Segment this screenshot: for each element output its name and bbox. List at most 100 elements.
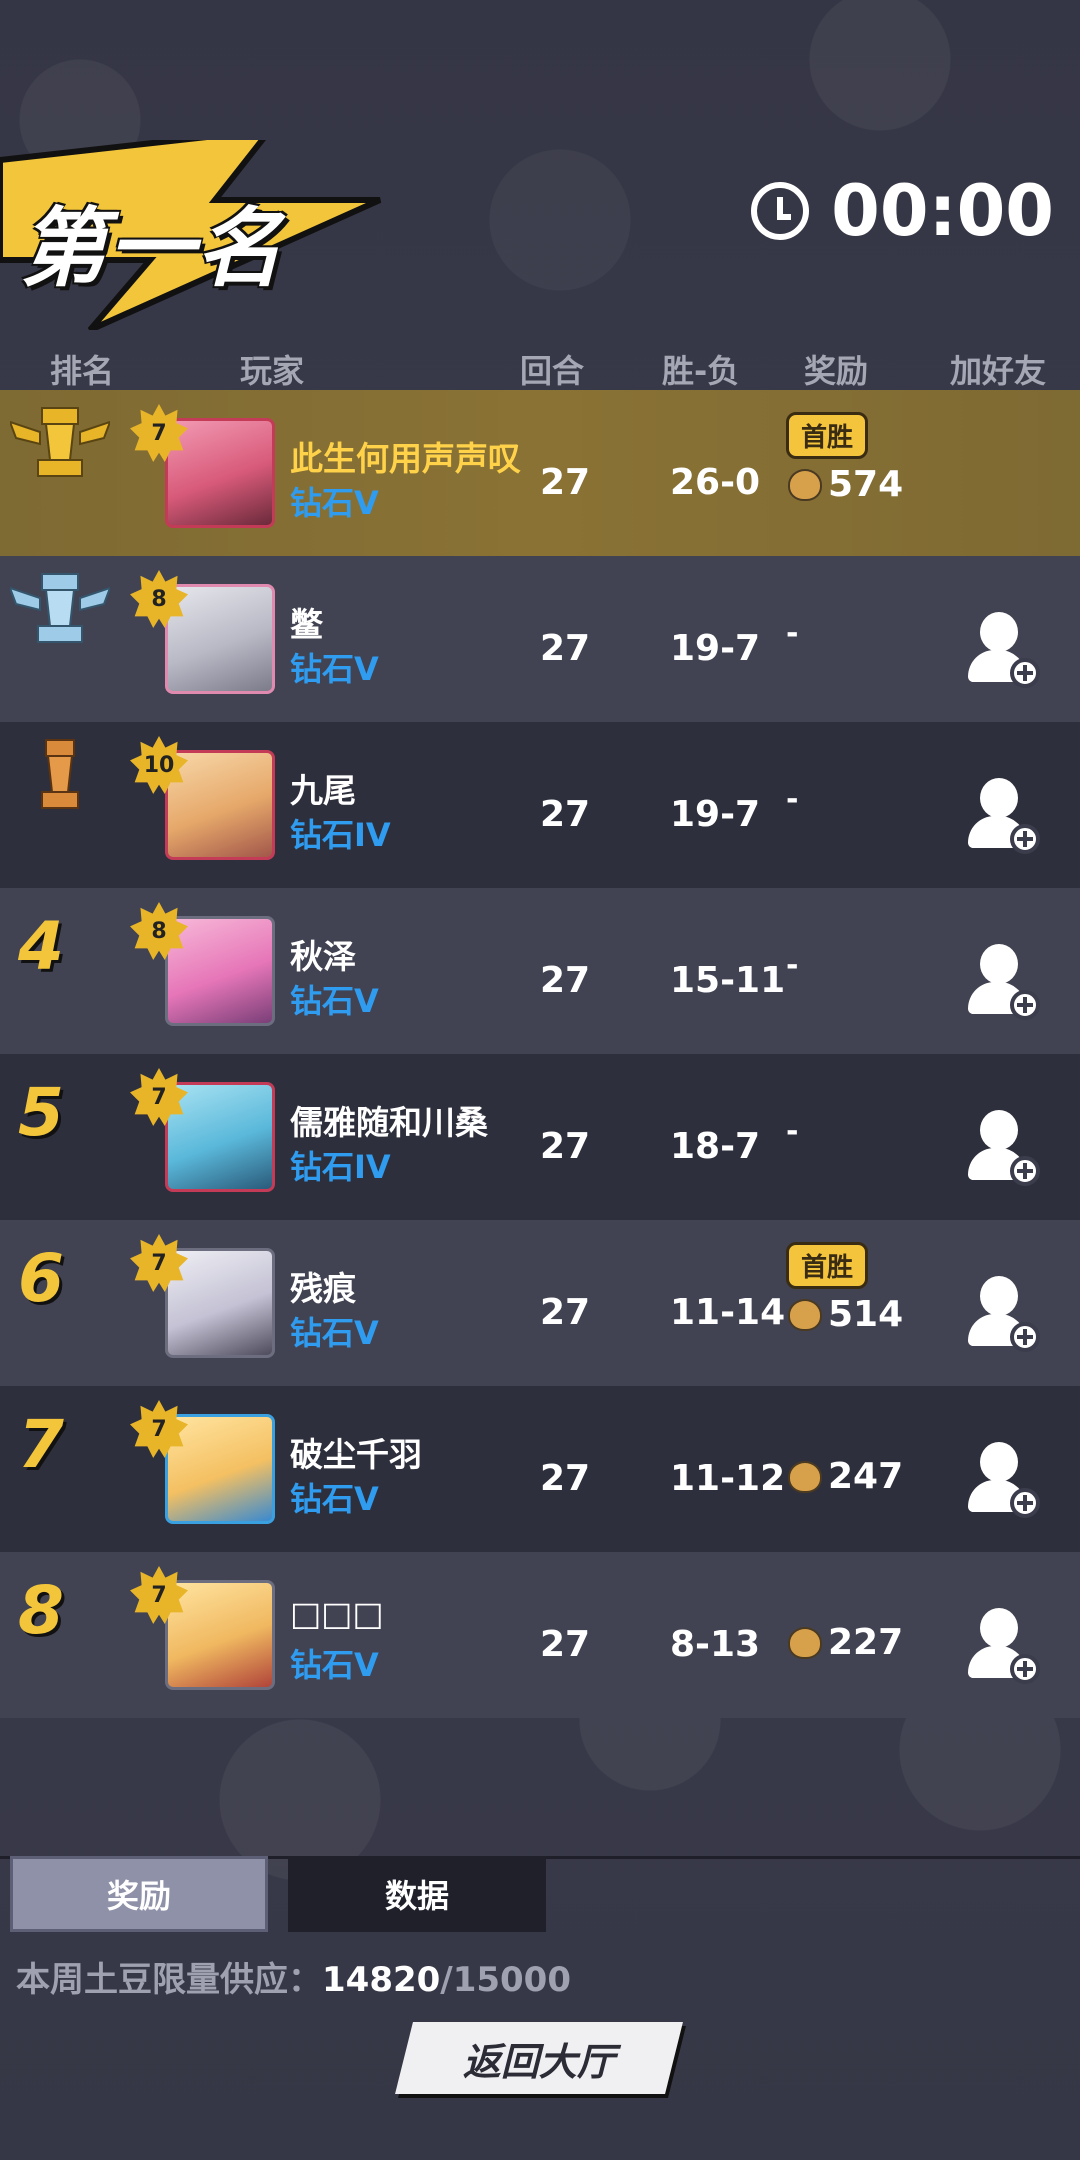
col-player: 玩家 (240, 352, 305, 390)
rank-number: 6 (18, 1240, 64, 1317)
rounds-value: 27 (540, 1126, 591, 1167)
player-tier: 钻石V (290, 484, 379, 522)
potato-icon (788, 1460, 822, 1493)
rank-number: 8 (18, 1572, 64, 1649)
add-friend-icon[interactable] (968, 612, 1040, 688)
gold-trophy-icon (10, 407, 110, 477)
player-tier: 钻石V (290, 1646, 379, 1684)
bottom-tabs: 奖励 数据 (10, 1856, 546, 1932)
tab-reward[interactable]: 奖励 (10, 1856, 268, 1932)
back-to-lobby-button[interactable]: 返回大厅 (395, 2022, 683, 2094)
win-loss-value: 26-0 (670, 462, 761, 503)
add-friend-icon[interactable] (968, 778, 1040, 854)
player-avatar-wrap[interactable]: 7 (130, 404, 275, 528)
table-row[interactable]: 8 鳖 钻石V 27 19-7 - (0, 556, 1080, 722)
table-row[interactable]: 6 7 残痕 钻石V 27 11-14 首胜 514 (0, 1220, 1080, 1386)
player-avatar-wrap[interactable]: 7 (130, 1234, 275, 1358)
bronze-trophy-icon (41, 739, 79, 809)
add-friend-icon[interactable] (968, 1608, 1040, 1684)
table-row[interactable]: 10 九尾 钻石IV 27 19-7 - (0, 722, 1080, 888)
player-avatar-wrap[interactable]: 7 (130, 1400, 275, 1524)
player-name: 破尘千羽 (290, 1435, 422, 1474)
silver-trophy-icon (10, 573, 110, 643)
player-name: 九尾 (290, 771, 356, 810)
player-avatar-wrap[interactable]: 8 (130, 902, 275, 1026)
win-loss-value: 11-12 (670, 1458, 786, 1499)
player-name: 残痕 (290, 1269, 356, 1308)
back-button-label: 返回大厅 (462, 2039, 615, 2084)
col-reward: 奖励 (804, 352, 869, 390)
reward-amount: 514 (828, 1294, 904, 1335)
win-loss-value: 15-11 (670, 960, 786, 1001)
win-loss-value: 18-7 (670, 1126, 761, 1167)
player-avatar-wrap[interactable]: 7 (130, 1068, 275, 1192)
ranking-list: 7 此生何用声声叹 钻石V 27 26-0 首胜 574 8 鳖 钻石V 27 … (0, 390, 1080, 1718)
column-header: 排名 玩家 回合 胜-负 奖励 加好友 (0, 340, 1080, 392)
win-loss-value: 8-13 (670, 1624, 761, 1665)
col-record: 胜-负 (662, 352, 740, 390)
add-friend-icon[interactable] (968, 1110, 1040, 1186)
player-tier: 钻石V (290, 650, 379, 688)
table-row[interactable]: 7 此生何用声声叹 钻石V 27 26-0 首胜 574 (0, 390, 1080, 556)
reward-value: 574 (788, 464, 903, 505)
player-name: 儒雅随和川桑 (290, 1103, 488, 1142)
first-win-badge: 首胜 (786, 1242, 869, 1289)
table-row[interactable]: 8 7 □□□ 钻石V 27 8-13 227 (0, 1552, 1080, 1718)
rounds-value: 27 (540, 1624, 591, 1665)
win-loss-value: 19-7 (670, 794, 761, 835)
rounds-value: 27 (540, 1458, 591, 1499)
player-tier: 钻石IV (290, 816, 391, 854)
rounds-value: 27 (540, 960, 591, 1001)
potato-icon (788, 1626, 822, 1659)
player-name: 鳖 (290, 605, 323, 644)
reward-empty: - (786, 782, 799, 817)
reward-value: 514 (788, 1294, 903, 1335)
match-timer: 00:00 (751, 170, 1054, 252)
rounds-value: 27 (540, 1292, 591, 1333)
supply-label: 本周土豆限量供应： (16, 1960, 322, 2000)
player-avatar-wrap[interactable]: 10 (130, 736, 275, 860)
table-row[interactable]: 7 7 破尘千羽 钻石V 27 11-12 247 (0, 1386, 1080, 1552)
table-row[interactable]: 5 7 儒雅随和川桑 钻石IV 27 18-7 - (0, 1054, 1080, 1220)
add-friend-icon[interactable] (968, 944, 1040, 1020)
player-tier: 钻石V (290, 1480, 379, 1518)
win-loss-value: 11-14 (670, 1292, 786, 1333)
win-loss-value: 19-7 (670, 628, 761, 669)
reward-empty: - (786, 1114, 799, 1149)
rounds-value: 27 (540, 794, 591, 835)
rank-number: 5 (18, 1074, 64, 1151)
player-tier: 钻石IV (290, 1148, 391, 1186)
player-tier: 钻石V (290, 1314, 379, 1352)
player-avatar-wrap[interactable]: 7 (130, 1566, 275, 1690)
reward-value: 247 (788, 1456, 903, 1497)
potato-icon (788, 1298, 822, 1331)
reward-empty: - (786, 616, 799, 651)
add-friend-icon[interactable] (968, 1442, 1040, 1518)
supply-current: 14820 (322, 1960, 441, 2000)
table-row[interactable]: 4 8 秋泽 钻石V 27 15-11 - (0, 888, 1080, 1054)
tab-data[interactable]: 数据 (288, 1856, 546, 1932)
col-rounds: 回合 (520, 352, 585, 390)
first-win-badge: 首胜 (786, 412, 869, 459)
rounds-value: 27 (540, 462, 591, 503)
reward-value: 227 (788, 1622, 903, 1663)
reward-empty: - (786, 948, 799, 983)
rounds-value: 27 (540, 628, 591, 669)
clock-icon (751, 182, 810, 240)
player-avatar-wrap[interactable]: 8 (130, 570, 275, 694)
placement-title: 第一名 (20, 199, 284, 299)
col-add-friend: 加好友 (950, 352, 1047, 390)
potato-icon (788, 468, 822, 501)
timer-text: 00:00 (831, 170, 1054, 252)
col-rank: 排名 (50, 352, 115, 390)
weekly-supply: 本周土豆限量供应：14820/15000 (16, 1952, 571, 2001)
reward-amount: 574 (828, 464, 904, 505)
player-name: 此生何用声声叹 (290, 439, 521, 478)
supply-total: /15000 (440, 1960, 572, 2000)
rank-number: 7 (18, 1406, 64, 1483)
rank-number: 4 (18, 908, 64, 985)
player-name: 秋泽 (290, 937, 356, 976)
add-friend-icon[interactable] (968, 1276, 1040, 1352)
reward-amount: 227 (828, 1622, 904, 1663)
player-name: □□□ (290, 1594, 384, 1633)
